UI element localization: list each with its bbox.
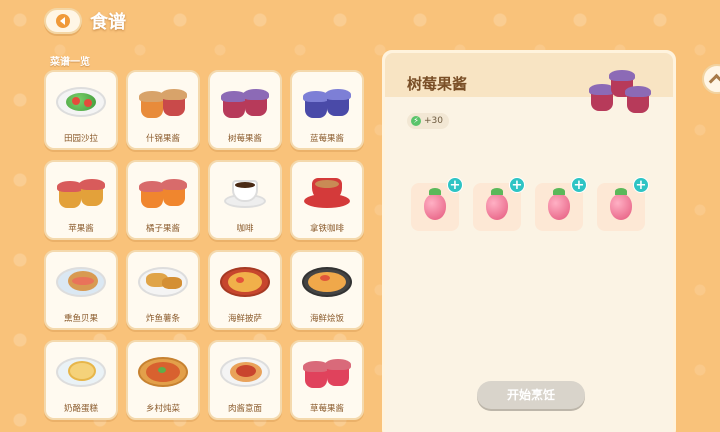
recipe-label: 奶酪蛋糕 (63, 404, 98, 414)
recipe-card-orange-jam[interactable]: 橘子果酱 (126, 160, 200, 240)
add-icon[interactable]: + (633, 177, 649, 193)
recipe-card-cheesecake[interactable]: 奶酪蛋糕 (44, 340, 118, 420)
orange-jam-icon (135, 166, 191, 218)
panel-header: 树莓果酱 (385, 53, 673, 113)
recipe-card-latte[interactable]: 拿铁咖啡 (290, 160, 364, 240)
page-title: 食谱 (90, 12, 126, 33)
cheesecake-icon (53, 346, 109, 398)
energy-value: +30 (424, 116, 443, 126)
paella-icon (299, 256, 355, 308)
recipe-card-paella[interactable]: 海鲜烩饭 (290, 250, 364, 330)
energy-badge: ⚡ +30 (407, 113, 449, 129)
back-arrow-icon (56, 14, 70, 28)
add-icon[interactable]: + (571, 177, 587, 193)
pizza-icon (217, 256, 273, 308)
collapse-button[interactable] (702, 64, 720, 94)
recipe-label: 什锦果酱 (145, 134, 180, 144)
latte-icon (299, 166, 355, 218)
recipe-detail-panel: 树莓果酱 ⚡ +30 + + + + 开始烹饪 (382, 50, 676, 432)
recipe-card-blueberry-jam[interactable]: 蓝莓果酱 (290, 70, 364, 150)
ingredient-slots: + + + + (411, 177, 649, 231)
recipe-card-pizza[interactable]: 海鲜披萨 (208, 250, 282, 330)
recipe-label: 熏鱼贝果 (63, 314, 98, 324)
coffee-icon (217, 166, 273, 218)
recipe-label: 咖啡 (236, 224, 254, 234)
start-cooking-button[interactable]: 开始烹饪 (477, 381, 585, 409)
fish-chips-icon (135, 256, 191, 308)
raspberry-icon (548, 188, 570, 220)
recipe-card-strawberry-jam[interactable]: 草莓果酱 (290, 340, 364, 420)
bagel-icon (53, 256, 109, 308)
recipe-grid: 田园沙拉 什锦果酱 树莓果酱 蓝莓果酱 苹果酱 橘子果酱 咖啡 拿铁咖啡 熏鱼贝… (44, 70, 364, 420)
stew-icon (135, 346, 191, 398)
add-icon[interactable]: + (509, 177, 525, 193)
raspberry-icon (424, 188, 446, 220)
recipe-label: 海鲜烩饭 (309, 314, 344, 324)
header: 食谱 (44, 6, 126, 36)
raspberry-jam-icon (217, 76, 273, 128)
raspberry-icon (610, 188, 632, 220)
strawberry-jam-icon (299, 346, 355, 398)
lightning-icon: ⚡ (411, 116, 421, 126)
panel-title: 树莓果酱 (407, 75, 468, 93)
recipe-card-fish-chips[interactable]: 炸鱼薯条 (126, 250, 200, 330)
recipe-label: 田园沙拉 (63, 134, 98, 144)
recipe-card-coffee[interactable]: 咖啡 (208, 160, 282, 240)
recipe-label: 海鲜披萨 (227, 314, 262, 324)
recipe-label: 橘子果酱 (145, 224, 180, 234)
section-label: 菜谱一览 (50, 57, 90, 68)
recipe-card-raspberry-jam[interactable]: 树莓果酱 (208, 70, 282, 150)
recipe-card-pasta[interactable]: 肉酱意面 (208, 340, 282, 420)
recipe-label: 蓝莓果酱 (309, 134, 344, 144)
recipe-card-bagel[interactable]: 熏鱼贝果 (44, 250, 118, 330)
recipe-card-salad[interactable]: 田园沙拉 (44, 70, 118, 150)
back-button[interactable] (44, 8, 82, 34)
recipe-label: 乡村炖菜 (145, 404, 180, 414)
recipe-card-apple-jam[interactable]: 苹果酱 (44, 160, 118, 240)
add-icon[interactable]: + (447, 177, 463, 193)
ingredient-slot[interactable]: + (411, 177, 463, 231)
recipe-card-mixed-jam[interactable]: 什锦果酱 (126, 70, 200, 150)
recipe-label: 炸鱼薯条 (145, 314, 180, 324)
recipe-label: 拿铁咖啡 (309, 224, 344, 234)
salad-icon (53, 76, 109, 128)
recipe-label: 肉酱意面 (227, 404, 262, 414)
recipe-card-stew[interactable]: 乡村炖菜 (126, 340, 200, 420)
apple-jam-icon (53, 166, 109, 218)
ingredient-slot[interactable]: + (597, 177, 649, 231)
recipe-label: 树莓果酱 (227, 134, 262, 144)
raspberry-icon (486, 188, 508, 220)
blueberry-jam-icon (299, 76, 355, 128)
recipe-label: 苹果酱 (68, 224, 94, 234)
mixed-jam-icon (135, 76, 191, 128)
ingredient-slot[interactable]: + (473, 177, 525, 231)
pasta-icon (217, 346, 273, 398)
recipe-label: 草莓果酱 (309, 404, 344, 414)
ingredient-slot[interactable]: + (535, 177, 587, 231)
raspberry-jam-icon (589, 67, 651, 115)
